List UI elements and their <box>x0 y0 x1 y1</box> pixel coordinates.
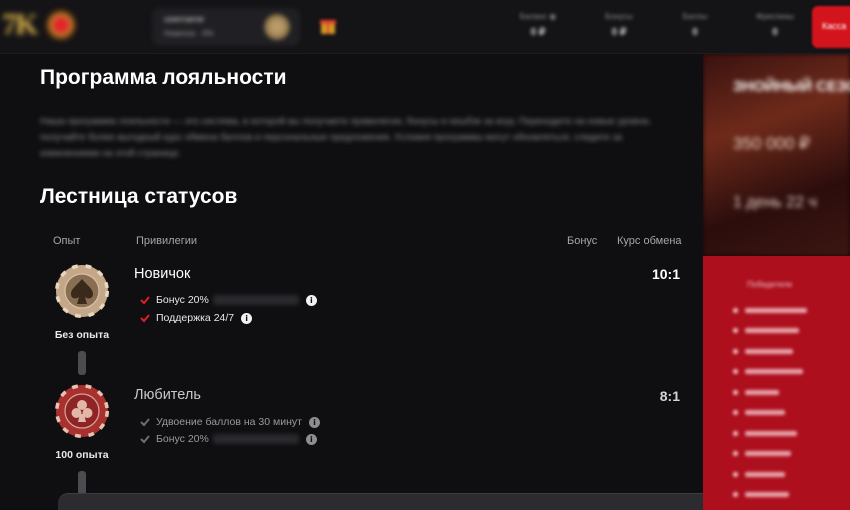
stat-freespins[interactable]: Фриспины 0 <box>740 12 810 38</box>
column-header-bonus: Бонус <box>567 235 598 247</box>
promo-amount: 350 000 ₽ <box>733 134 810 153</box>
bullet-icon <box>733 451 738 456</box>
promo-timer: 1 день 22 ч <box>733 194 817 211</box>
stat-label: Бонусы <box>605 12 633 21</box>
perk-item: Бонус 20% i <box>140 432 317 446</box>
user-profile-box[interactable]: username Новичок · 0% <box>152 8 300 46</box>
list-item-text <box>745 369 803 374</box>
stat-value: 0 <box>692 27 698 38</box>
bullet-icon <box>733 328 738 333</box>
check-icon <box>140 418 150 427</box>
column-header-privileges: Привилегии <box>136 235 197 247</box>
winners-list: Победители <box>703 256 850 510</box>
list-item-text <box>745 389 779 395</box>
tier-name: Новичок <box>134 266 191 282</box>
stat-bonuses[interactable]: Бонусы 0 ₽ <box>584 12 654 38</box>
list-item-text <box>745 348 793 354</box>
info-icon[interactable]: i <box>305 433 317 445</box>
column-header-rate: Курс обмена <box>617 235 682 247</box>
check-icon <box>140 314 150 323</box>
main-content: Программа лояльности Наша программа лоял… <box>0 54 703 510</box>
stat-label: Фриспины <box>756 12 794 21</box>
list-item <box>733 409 833 417</box>
tier-experience: Без опыта <box>54 329 110 341</box>
poker-chip-club-icon <box>55 384 109 438</box>
avatar <box>264 14 290 40</box>
list-item <box>733 327 833 335</box>
promo-banner[interactable]: ЗНОЙНЫЙ СЕЗОН 350 000 ₽ 1 день 22 ч <box>703 54 850 256</box>
stat-value: 0 ₽ <box>611 27 627 38</box>
check-icon <box>140 435 150 444</box>
ladder-title: Лестница статусов <box>40 185 238 208</box>
info-icon[interactable]: i <box>308 416 320 428</box>
list-item-text <box>745 307 807 313</box>
stat-value: 0 ₽ <box>530 27 546 38</box>
list-item <box>733 368 833 376</box>
list-item <box>733 347 833 355</box>
promo-sidebar: ЗНОЙНЫЙ СЕЗОН 350 000 ₽ 1 день 22 ч Побе… <box>703 54 850 510</box>
stat-label: Баланс ◉ <box>519 12 557 21</box>
stat-value: 0 <box>772 27 778 38</box>
perk-note <box>212 295 299 305</box>
perk-item: Бонус 20% i <box>140 293 317 307</box>
perk-label: Бонус 20% <box>156 294 209 306</box>
tier-rate: 8:1 <box>659 388 680 404</box>
info-icon[interactable]: i <box>241 312 253 324</box>
user-name: username <box>164 14 205 24</box>
bullet-icon <box>733 389 738 395</box>
list-item <box>733 491 833 499</box>
check-icon <box>140 296 150 305</box>
bullet-icon <box>733 369 738 374</box>
list-item <box>733 388 833 396</box>
list-item <box>733 429 833 437</box>
cashier-button-label: Касса <box>822 21 847 31</box>
list-item <box>733 306 833 314</box>
perk-note <box>212 434 299 444</box>
promo-title: ЗНОЙНЫЙ СЕЗОН <box>733 78 850 95</box>
site-logo[interactable]: 7K <box>2 4 84 48</box>
bullet-icon <box>733 307 738 313</box>
ladder-connector <box>78 471 86 495</box>
poker-chip-spade-icon <box>55 264 109 318</box>
list-item <box>733 470 833 478</box>
intro-text: Наша программа лояльности — это система,… <box>40 116 652 159</box>
list-item-text <box>745 430 797 436</box>
logo-text: 7K <box>2 8 38 41</box>
list-item-text <box>745 328 799 333</box>
bullet-icon <box>733 348 738 354</box>
tier-experience: 100 опыта <box>55 449 109 461</box>
info-icon[interactable]: i <box>305 294 317 306</box>
ladder-connector <box>78 351 86 375</box>
tier-name: Любитель <box>134 387 201 403</box>
list-item <box>733 450 833 458</box>
stat-points[interactable]: Баллы 0 <box>660 12 730 38</box>
perk-label: Поддержка 24/7 <box>156 312 235 324</box>
column-header-experience: Опыт <box>53 235 81 247</box>
gift-icon[interactable] <box>318 14 338 36</box>
stat-balance[interactable]: Баланс ◉ 0 ₽ <box>503 12 573 38</box>
winners-list-title: Победители <box>747 280 792 289</box>
list-item-text <box>745 471 785 477</box>
list-item-text <box>745 451 791 456</box>
logo-chip-icon <box>46 10 76 40</box>
tier-rate: 10:1 <box>651 266 680 282</box>
perk-label: Бонус 20% <box>156 433 209 445</box>
bullet-icon <box>733 410 738 415</box>
user-level: Новичок · 0% <box>164 29 214 38</box>
bullet-icon <box>733 471 738 477</box>
top-header: 7K username Новичок · 0% Баланс ◉ 0 ₽ Бо… <box>0 0 850 54</box>
perk-item: Удвоение баллов на 30 минут i <box>140 415 320 429</box>
stat-label: Баллы <box>682 12 708 21</box>
bullet-icon <box>733 492 738 497</box>
cashier-button[interactable]: Касса <box>812 6 850 48</box>
list-item-text <box>745 492 789 497</box>
page-title: Программа лояльности <box>40 66 287 89</box>
list-item-text <box>745 410 785 415</box>
bullet-icon <box>733 430 738 436</box>
perk-label: Удвоение баллов на 30 минут <box>156 416 302 428</box>
perk-item: Поддержка 24/7 i <box>140 311 253 325</box>
